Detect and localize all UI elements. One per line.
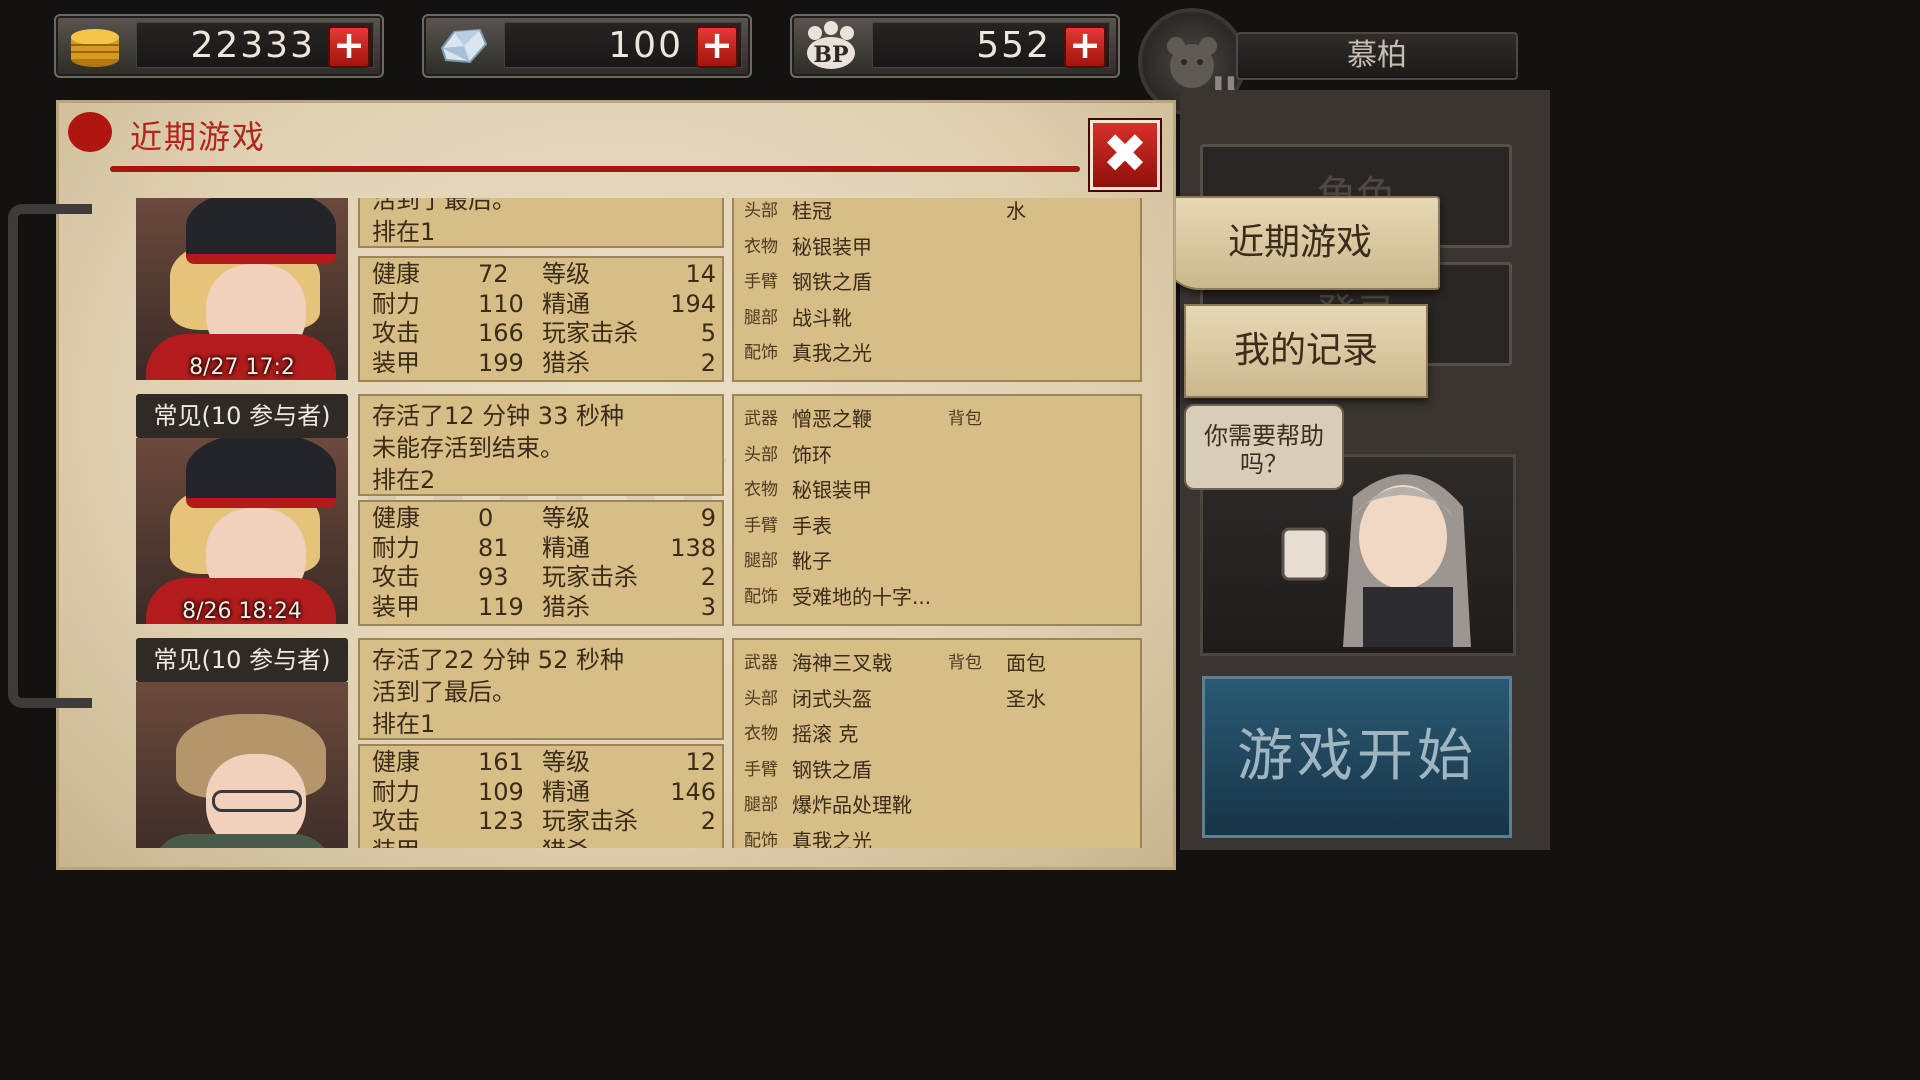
close-button[interactable]: ✖ xyxy=(1090,120,1160,190)
equip-row: 腿部 靴子 xyxy=(744,549,832,573)
game-mode-label: 常见(10 参与者) xyxy=(136,394,348,438)
equip-row: 衣物 秘银装甲 xyxy=(744,234,872,259)
equip-row: 手臂 钢铁之盾 xyxy=(744,270,872,294)
game-summary: 活到了最后。 排在1 xyxy=(358,198,724,248)
diamond-icon xyxy=(430,20,496,72)
character-portrait: 8/26 18:24 xyxy=(136,438,348,624)
add-bp-button[interactable]: + xyxy=(1064,26,1106,68)
equip-row: 头部 闭式头盔 圣水 xyxy=(744,686,1046,711)
summary-line: 排在2 xyxy=(372,466,436,494)
equip-row: 头部 饰环 xyxy=(744,442,832,467)
equipment-list: 武器 憎恶之鞭 背包 头部 饰环 衣物 秘银装甲 手臂 手表 腿部 靴子 配饰 受难地的十字.… xyxy=(732,394,1142,626)
equip-row: 手臂 手表 xyxy=(744,513,832,538)
equip-row: 配饰 受难地的十字... xyxy=(744,584,932,609)
equip-row: 武器 海神三叉戟 背包 面包 xyxy=(744,651,1046,675)
title-underline xyxy=(110,166,1080,172)
bp-paw-icon: BP xyxy=(798,20,864,72)
help-text-line2: 吗？ xyxy=(1240,450,1288,478)
game-summary: 存活了12 分钟 33 秒种 未能存活到结束。 排在2 xyxy=(358,394,724,496)
diamond-resource: 100 + xyxy=(422,14,752,78)
game-summary: 存活了22 分钟 52 秒种 活到了最后。 排在1 xyxy=(358,638,724,740)
equip-row: 头部 桂冠水 xyxy=(744,199,1026,223)
equip-row: 腿部 战斗靴 xyxy=(744,305,852,330)
equip-row: 配饰 真我之光 xyxy=(744,341,872,365)
character-portrait xyxy=(136,682,348,848)
gold-coins-icon xyxy=(62,20,128,72)
help-speech-bubble[interactable]: 你需要帮助 吗？ xyxy=(1184,404,1344,490)
equip-row: 手臂 钢铁之盾 xyxy=(744,757,872,782)
game-stats: 健康 0 等级 9 耐力 81 精通 138 攻击 93 玩家击杀 2 装甲 119 猎杀 3 xyxy=(358,500,724,626)
equipment-list: 头部 桂冠水 衣物 秘银装甲 手臂 钢铁之盾 腿部 战斗靴 配饰 真我之光 xyxy=(732,198,1142,382)
add-diamond-button[interactable]: + xyxy=(696,26,738,68)
game-mode-label: 常见(10 参与者) xyxy=(136,638,348,682)
equip-row: 武器 憎恶之鞭 背包 xyxy=(744,407,982,431)
summary-line: 活到了最后。 xyxy=(372,198,516,214)
character-portrait: 8/27 17:2 xyxy=(136,198,348,380)
summary-line: 存活了12 分钟 33 秒种 xyxy=(372,402,624,430)
game-stats: 健康 72 等级 14 耐力 110 精通 194 攻击 166 玩家击杀 5 装甲 199 猎杀 2 xyxy=(358,256,724,382)
recent-games-list[interactable]: 8/27 17:2 活到了最后。 排在1 健康 72 等级 14 耐力 110 精通 194… xyxy=(134,198,1146,848)
blood-splatter-icon xyxy=(68,112,112,152)
summary-line: 排在1 xyxy=(372,218,436,246)
bp-resource: BP 552 + xyxy=(790,14,1120,78)
start-game-button[interactable]: 游戏开始 xyxy=(1202,676,1512,838)
summary-line: 存活了22 分钟 52 秒种 xyxy=(372,646,624,674)
tab-recent-games[interactable]: 近期游戏 xyxy=(1160,196,1440,290)
tab-my-records[interactable]: 我的记录 xyxy=(1184,304,1428,398)
game-date: 8/27 17:2 xyxy=(189,355,295,380)
summary-line: 未能存活到结束。 xyxy=(372,434,564,462)
equipment-list: 武器 海神三叉戟 背包 面包 头部 闭式头盔 圣水 衣物 摇滚 克 手臂 钢铁之盾 腿部 爆炸品… xyxy=(732,638,1142,848)
equip-row: 衣物 秘银装甲 xyxy=(744,478,872,502)
equip-row: 衣物 摇滚 克 xyxy=(744,722,859,746)
summary-line: 活到了最后。 xyxy=(372,678,516,706)
player-name: 慕柏 xyxy=(1236,32,1518,80)
equip-row: 腿部 爆炸品处理靴 xyxy=(744,793,912,817)
gold-resource: 22333 + xyxy=(54,14,384,78)
summary-line: 排在1 xyxy=(372,710,436,738)
clipboard-handle xyxy=(8,204,92,708)
equip-row: 配饰 真我之光 xyxy=(744,828,872,849)
help-text-line1: 你需要帮助 xyxy=(1204,422,1324,450)
add-gold-button[interactable]: + xyxy=(328,26,370,68)
panel-title: 近期游戏 xyxy=(130,118,267,156)
game-stats: 健康161等级12 耐力109精通146 攻击123玩家击杀2 装甲猎杀 xyxy=(358,744,724,848)
svg-text:BP: BP xyxy=(813,42,848,68)
game-date: 8/26 18:24 xyxy=(182,599,302,624)
